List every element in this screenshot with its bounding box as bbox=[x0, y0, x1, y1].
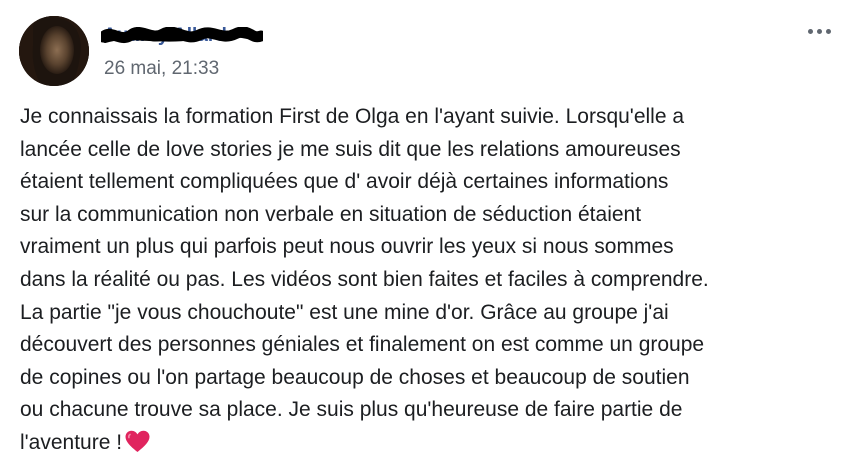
avatar-photo bbox=[19, 16, 89, 86]
redaction-scribble bbox=[101, 27, 263, 44]
post-line: vraiment un plus qui parfois peut nous o… bbox=[20, 235, 674, 259]
comment-post: Audrey Allard 26 mai, 21:33 Je connaissa… bbox=[0, 0, 850, 471]
author[interactable]: Audrey Allard bbox=[101, 24, 263, 48]
post-line-last: l'aventure ! bbox=[20, 427, 840, 460]
post-timestamp[interactable]: 26 mai, 21:33 bbox=[104, 57, 219, 81]
post-line: dans la réalité ou pas. Les vidéos sont … bbox=[20, 267, 709, 291]
more-options-button[interactable] bbox=[802, 20, 836, 42]
post-line: découvert des personnes géniales et fina… bbox=[20, 333, 705, 357]
more-options-icon bbox=[807, 28, 813, 34]
post-line: lancée celle de love stories je me suis … bbox=[20, 137, 681, 161]
avatar[interactable] bbox=[19, 16, 89, 86]
post-line: Je connaissais la formation First de Olg… bbox=[20, 105, 685, 128]
post-line-text: l'aventure ! bbox=[20, 430, 123, 454]
more-options-icon-dot bbox=[825, 28, 831, 34]
post-line: La partie "je vous chouchoute" est une m… bbox=[20, 300, 669, 324]
post-line: étaient tellement compliquées que d' avo… bbox=[20, 170, 669, 194]
post-line: sur la communication non verbale en situ… bbox=[20, 202, 642, 226]
post-line: ou chacune trouve sa place. Je suis plus… bbox=[20, 398, 683, 422]
more-options-icon-dot bbox=[816, 28, 822, 34]
post-line: de copines ou l'on partage beaucoup de c… bbox=[20, 365, 690, 389]
post-body: Je connaissais la formation First de Olg… bbox=[20, 101, 840, 460]
heart-icon bbox=[125, 430, 150, 452]
